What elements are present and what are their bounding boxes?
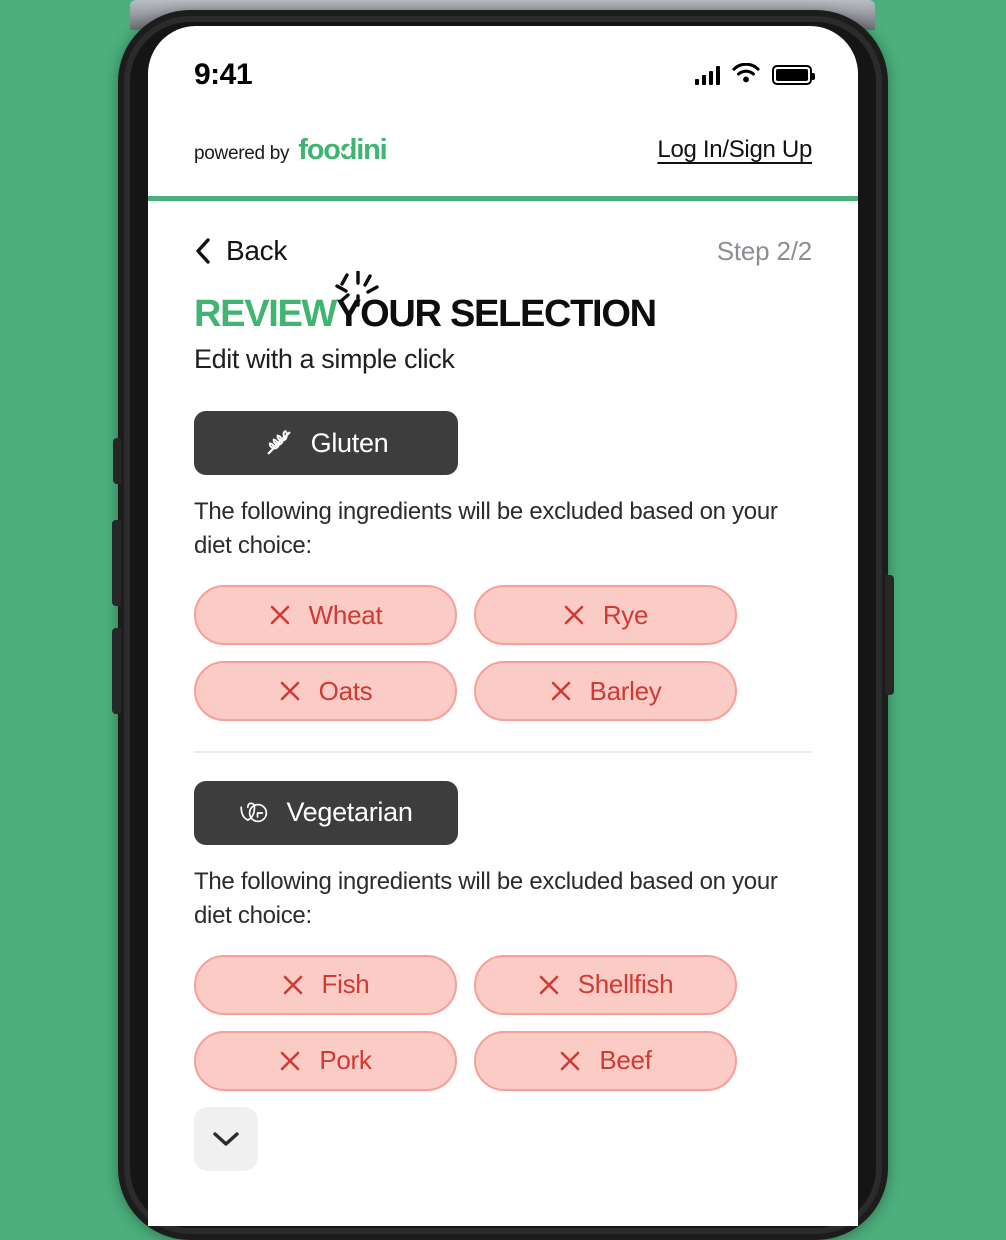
exclusion-chip-label: Wheat — [308, 599, 383, 630]
exclusion-chip[interactable]: Wheat — [194, 585, 457, 646]
exclusion-chip-label: Oats — [318, 675, 373, 706]
close-icon — [551, 681, 570, 701]
expand-chips-button[interactable] — [194, 1106, 258, 1171]
back-label: Back — [226, 235, 288, 266]
status-bar: 9:41 — [148, 26, 858, 104]
close-icon — [270, 605, 289, 625]
exclusion-chip-label: Fish — [321, 969, 370, 1000]
brand-lockup: powered by foodini — [194, 134, 388, 167]
exclusion-chip-label: Shellfish — [577, 969, 674, 1000]
exclusion-chip-grid: Wheat Rye Oats Barley — [194, 585, 812, 722]
check-icon — [339, 143, 353, 154]
nav-row: Back Step 2/2 — [194, 235, 812, 267]
close-icon — [561, 1051, 580, 1071]
diet-section-gluten: Gluten The following ingredients will be… — [194, 411, 812, 722]
phone-power-button[interactable] — [885, 575, 894, 695]
diet-chip-gluten[interactable]: Gluten — [194, 411, 458, 475]
close-icon — [539, 975, 559, 995]
step-indicator: Step 2/2 — [716, 235, 812, 266]
diet-chip-label: Gluten — [310, 427, 389, 458]
exclusion-chip-label: Barley — [589, 675, 662, 706]
exclusion-note: The following ingredients will be exclud… — [194, 498, 778, 560]
phone-volume-down-button[interactable] — [112, 628, 121, 714]
exclusion-chip-label: Rye — [602, 599, 649, 630]
exclusion-chip[interactable]: Rye — [474, 585, 737, 646]
close-icon — [281, 1051, 300, 1071]
exclusion-chip[interactable]: Beef — [474, 1030, 737, 1091]
page-subtitle: Edit with a simple click — [194, 344, 455, 374]
exclusion-chip[interactable]: Pork — [194, 1030, 457, 1091]
close-icon — [283, 975, 302, 995]
exclusion-chip[interactable]: Shellfish — [474, 954, 737, 1015]
exclusion-chip-label: Pork — [319, 1045, 372, 1076]
phone-volume-up-button[interactable] — [112, 520, 121, 606]
no-wheat-icon — [264, 428, 294, 458]
login-signup-link[interactable]: Log In/Sign Up — [657, 136, 812, 164]
exclusion-chip-grid: Fish Shellfish Pork Beef — [194, 954, 812, 1171]
battery-full-icon — [772, 65, 815, 85]
main-content: Back Step 2/2 REVIEW YOUR SELECTION Edit… — [148, 201, 858, 1171]
brand-header: powered by foodini Log In/Sign Up — [148, 104, 858, 196]
wifi-icon — [732, 62, 760, 88]
exclusion-chip[interactable]: Fish — [194, 954, 457, 1015]
diet-section-vegetarian: Vegetarian The following ingredients wil… — [194, 780, 812, 1171]
chevron-left-icon — [196, 238, 210, 264]
diet-chip-vegetarian[interactable]: Vegetarian — [194, 780, 458, 845]
page-title-accent: REVIEW — [194, 293, 337, 335]
page-title-rest: YOUR SELECTION — [336, 293, 657, 335]
page-title: REVIEW YOUR SELECTION — [194, 271, 812, 336]
exclusion-chip[interactable]: Oats — [194, 661, 457, 722]
status-time: 9:41 — [194, 58, 253, 91]
section-divider — [194, 751, 812, 753]
exclusion-note: The following ingredients will be exclud… — [194, 867, 778, 929]
back-button[interactable]: Back — [194, 235, 287, 267]
close-icon — [564, 605, 584, 625]
cellular-signal-icon — [694, 65, 720, 85]
close-icon — [280, 681, 299, 701]
chevron-down-icon — [213, 1132, 239, 1146]
diet-chip-label: Vegetarian — [286, 797, 413, 828]
brand-logo: foodini — [298, 134, 387, 167]
exclusion-chip-label: Beef — [599, 1045, 652, 1076]
phone-screen: 9:41 powered by foodini Log In/Sign Up B… — [148, 26, 858, 1226]
phone-silence-switch[interactable] — [113, 438, 121, 484]
status-icons — [694, 62, 815, 88]
exclusion-chip[interactable]: Barley — [474, 661, 737, 722]
powered-by-label: powered by — [194, 142, 290, 164]
vg-monogram-icon — [239, 800, 269, 826]
